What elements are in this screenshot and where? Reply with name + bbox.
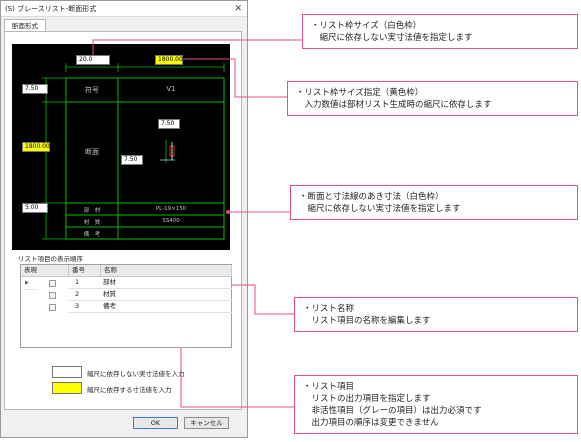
member-value: PL-19×150: [155, 206, 187, 212]
row-2-number: 2: [69, 289, 101, 301]
grid-header-display[interactable]: 表現: [21, 265, 69, 277]
list-order-label: リスト項目の表示順序: [18, 255, 83, 263]
section-header: 断面: [85, 148, 99, 156]
top-dim-yellow-input[interactable]: 1800.00: [155, 55, 183, 65]
row-1-number: 1: [69, 277, 101, 289]
remarks-label: 備 考: [83, 232, 101, 238]
row-2-checkbox[interactable]: [49, 292, 56, 299]
legend-white-text: 縮尺に依存しない実寸法値を入力: [87, 370, 185, 378]
grid-header-name[interactable]: 名称: [101, 265, 232, 277]
row-1-checkbox[interactable]: [49, 280, 56, 287]
left-dim-top-input[interactable]: 7.50: [22, 84, 48, 94]
legend-yellow-text: 縮尺に依存する寸法値を入力: [87, 386, 172, 394]
left-dim-bottom-input[interactable]: 5.00: [22, 203, 48, 213]
member-label: 部 材: [83, 208, 101, 214]
callout-list-items: ・リスト項目 リストの出力項目を指定します 非活性項目（グレーの項目）は出力必須…: [294, 375, 578, 434]
symbol-header: 符号: [85, 86, 99, 94]
symbol-value: V1: [166, 85, 176, 93]
left-dim-yellow-input[interactable]: 1800.00: [22, 142, 50, 152]
inner-dim-1-input[interactable]: 7.50: [158, 119, 180, 129]
row-3-name[interactable]: 備考: [101, 301, 232, 313]
row-3-number: 3: [69, 301, 101, 313]
legend-yellow-swatch: [52, 382, 82, 394]
row-2-name[interactable]: 材質: [101, 289, 232, 301]
inner-dim-2-input[interactable]: 7.50: [121, 155, 143, 165]
row-3-checkbox[interactable]: [49, 304, 56, 311]
material-value: SS400: [162, 218, 180, 224]
row-pointer-icon: ▶: [25, 278, 35, 290]
legend-white-swatch: [52, 366, 82, 378]
callout-white-frame: ・リスト枠サイズ（白色枠） 縮尺に依存しない実寸法値を指定します: [302, 14, 578, 49]
ok-button[interactable]: OK: [133, 417, 178, 429]
list-order-grid: 表現 番号 名称 ▶ 1 部材 2 材質 3 備考: [20, 264, 232, 348]
callout-list-name: ・リスト名称 リスト項目の名称を編集します: [294, 297, 578, 332]
top-dim-input[interactable]: 20.0: [76, 55, 110, 65]
callout-gap-dim: ・断面と寸法線のあき寸法（白色枠） 縮尺に依存しない実寸法値を指定します: [290, 185, 578, 220]
material-label: 材 質: [83, 220, 101, 226]
row-1-name[interactable]: 部材: [101, 277, 232, 289]
callout-yellow-frame: ・リスト枠サイズ指定（黄色枠） 入力数値は部材リスト生成時の縮尺に依存します: [287, 81, 578, 116]
cancel-button[interactable]: キャンセル: [184, 417, 229, 429]
grid-header-number[interactable]: 番号: [69, 265, 101, 277]
